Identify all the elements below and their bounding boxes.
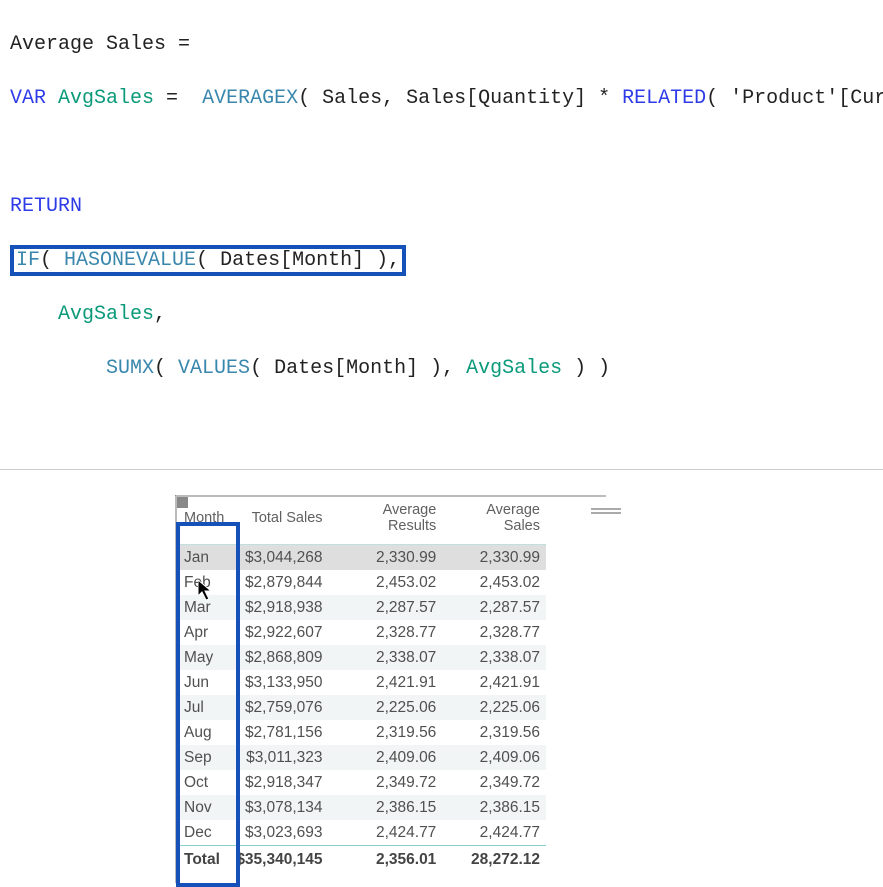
cell-average-sales: 2,386.15 [442,795,546,820]
code-token: Average Sales = [10,33,190,56]
code-func-if: IF [16,249,40,272]
cell-month: Oct [176,770,230,795]
cell-average-results: 2,349.72 [329,770,443,795]
selection-border [175,496,177,883]
table-row[interactable]: Dec$3,023,6932,424.772,424.77 [176,820,546,846]
pane-divider [0,469,883,470]
cell-total-sales: $2,918,347 [230,770,328,795]
highlight-box-hasonevalue: IF( HASONEVALUE( Dates[Month] ), [10,245,406,276]
cell-month: Nov [176,795,230,820]
cell-average-sales: 28,272.12 [442,846,546,873]
code-keyword-var: VAR [10,87,46,110]
code-keyword-return: RETURN [10,195,82,218]
cell-month: Mar [176,595,230,620]
cell-month: Jun [176,670,230,695]
code-token: ( Dates[Month] ), [196,249,400,272]
cell-total-sales: $3,023,693 [230,820,328,846]
cell-month: Feb [176,570,230,595]
table-header-row: Month Total Sales Average Results Averag… [176,496,546,545]
cell-total-sales: $2,879,844 [230,570,328,595]
cell-average-results: 2,453.02 [329,570,443,595]
code-func-hasonevalue: HASONEVALUE [64,249,196,272]
cell-average-results: 2,421.91 [329,670,443,695]
cell-month: Jan [176,545,230,571]
cell-average-results: 2,328.77 [329,620,443,645]
code-indent [10,357,106,380]
code-variable: AvgSales [46,87,154,110]
cell-average-results: 2,330.99 [329,545,443,571]
table-visual[interactable]: Month Total Sales Average Results Averag… [176,496,606,873]
table-row[interactable]: Feb$2,879,8442,453.022,453.02 [176,570,546,595]
table-row[interactable]: Sep$3,011,3232,409.062,409.06 [176,745,546,770]
code-token: ( [40,249,64,272]
cell-average-sales: 2,421.91 [442,670,546,695]
code-token: ( [154,357,178,380]
code-func-averagex: AVERAGEX [190,87,298,110]
cell-total-sales: $3,044,268 [230,545,328,571]
table-row[interactable]: Mar$2,918,9382,287.572,287.57 [176,595,546,620]
results-table[interactable]: Month Total Sales Average Results Averag… [176,496,546,873]
cell-average-results: 2,386.15 [329,795,443,820]
code-variable: AvgSales [10,303,154,326]
code-func-values: VALUES [178,357,250,380]
code-token: ( Dates[Month] ), [250,357,466,380]
table-row[interactable]: Aug$2,781,1562,319.562,319.56 [176,720,546,745]
cell-total-sales: $3,133,950 [230,670,328,695]
cell-average-results: 2,424.77 [329,820,443,846]
cell-average-sales: 2,319.56 [442,720,546,745]
cell-average-results: 2,409.06 [329,745,443,770]
cell-total-sales: $2,868,809 [230,645,328,670]
cell-average-sales: 2,453.02 [442,570,546,595]
code-token: ( 'Product'[Current Price] ) ) [706,87,883,110]
cell-total-sales: $2,918,938 [230,595,328,620]
cell-average-results: 2,356.01 [329,846,443,873]
cell-total-sales: $2,759,076 [230,695,328,720]
cell-month: Apr [176,620,230,645]
cell-month: Dec [176,820,230,846]
code-token: = [154,87,190,110]
drag-grip-icon[interactable] [591,508,621,514]
table-row[interactable]: Apr$2,922,6072,328.772,328.77 [176,620,546,645]
col-total-sales[interactable]: Total Sales [230,496,328,545]
table-total-row: Total$35,340,1452,356.0128,272.12 [176,846,546,873]
cell-average-results: 2,225.06 [329,695,443,720]
cell-total-sales: $2,922,607 [230,620,328,645]
cell-average-sales: 2,330.99 [442,545,546,571]
code-token: , [154,303,166,326]
table-row[interactable]: Jun$3,133,9502,421.912,421.91 [176,670,546,695]
selection-border [176,495,606,497]
cell-average-sales: 2,225.06 [442,695,546,720]
cell-average-sales: 2,349.72 [442,770,546,795]
cell-average-sales: 2,338.07 [442,645,546,670]
cell-average-sales: 2,409.06 [442,745,546,770]
cell-total-sales: $3,011,323 [230,745,328,770]
cell-average-results: 2,319.56 [329,720,443,745]
cell-month: Total [176,846,230,873]
table-row[interactable]: Jul$2,759,0762,225.062,225.06 [176,695,546,720]
code-func-related: RELATED [622,87,706,110]
code-token: ( Sales, Sales[Quantity] * [298,87,622,110]
col-average-sales[interactable]: Average Sales [442,496,546,545]
dax-formula-editor[interactable]: Average Sales = VAR AvgSales = AVERAGEX(… [0,0,883,469]
cell-average-results: 2,338.07 [329,645,443,670]
cell-average-sales: 2,424.77 [442,820,546,846]
cell-month: May [176,645,230,670]
table-row[interactable]: Oct$2,918,3472,349.722,349.72 [176,770,546,795]
table-row[interactable]: Nov$3,078,1342,386.152,386.15 [176,795,546,820]
cell-month: Sep [176,745,230,770]
cell-month: Aug [176,720,230,745]
cell-total-sales: $35,340,145 [230,846,328,873]
table-row[interactable]: May$2,868,8092,338.072,338.07 [176,645,546,670]
col-average-results[interactable]: Average Results [329,496,443,545]
table-row[interactable]: Jan$3,044,2682,330.992,330.99 [176,545,546,571]
cell-month: Jul [176,695,230,720]
code-token: ) ) [562,357,610,380]
cell-average-sales: 2,287.57 [442,595,546,620]
cell-average-sales: 2,328.77 [442,620,546,645]
cell-total-sales: $3,078,134 [230,795,328,820]
cell-average-results: 2,287.57 [329,595,443,620]
cell-total-sales: $2,781,156 [230,720,328,745]
code-func-sumx: SUMX [106,357,154,380]
code-variable: AvgSales [466,357,562,380]
